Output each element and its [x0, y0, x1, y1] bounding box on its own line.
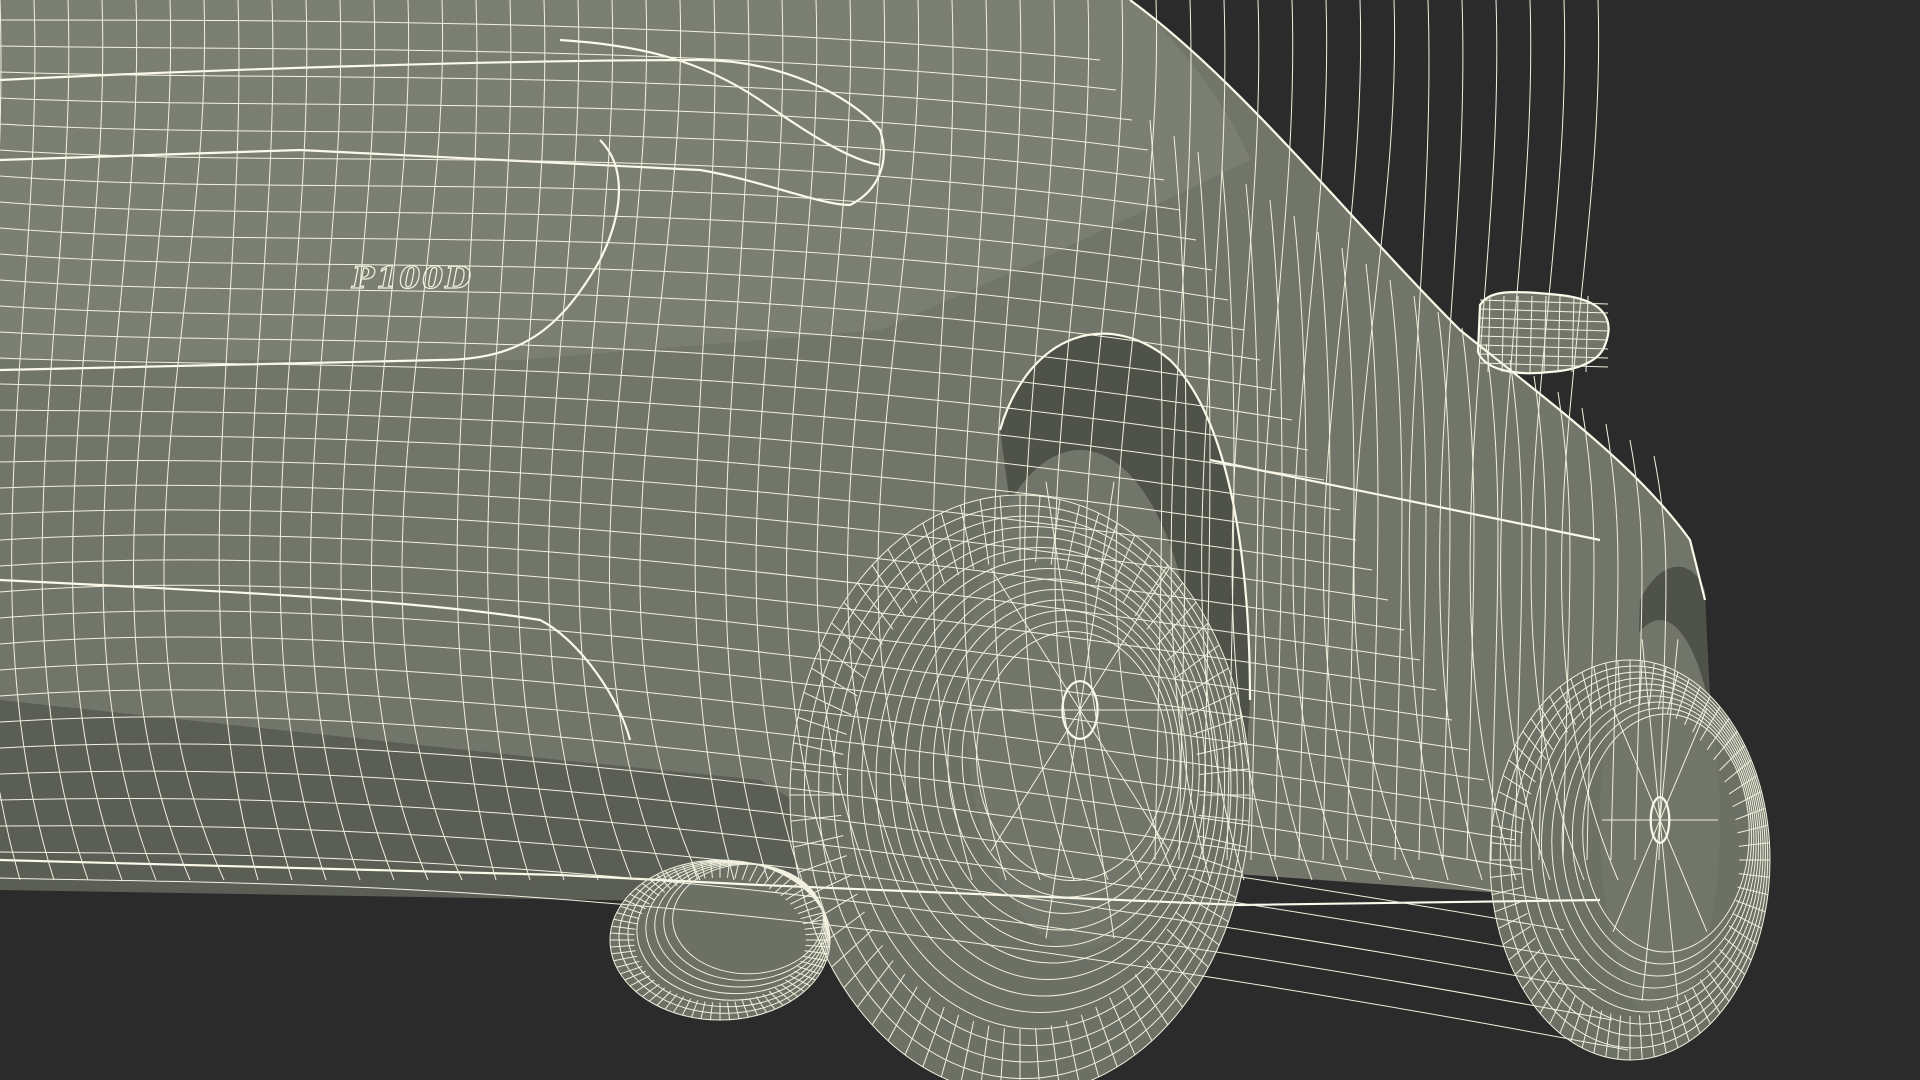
- wireframe-car-render: P100D: [0, 0, 1920, 1080]
- trunk-badge: P100D: [351, 261, 473, 296]
